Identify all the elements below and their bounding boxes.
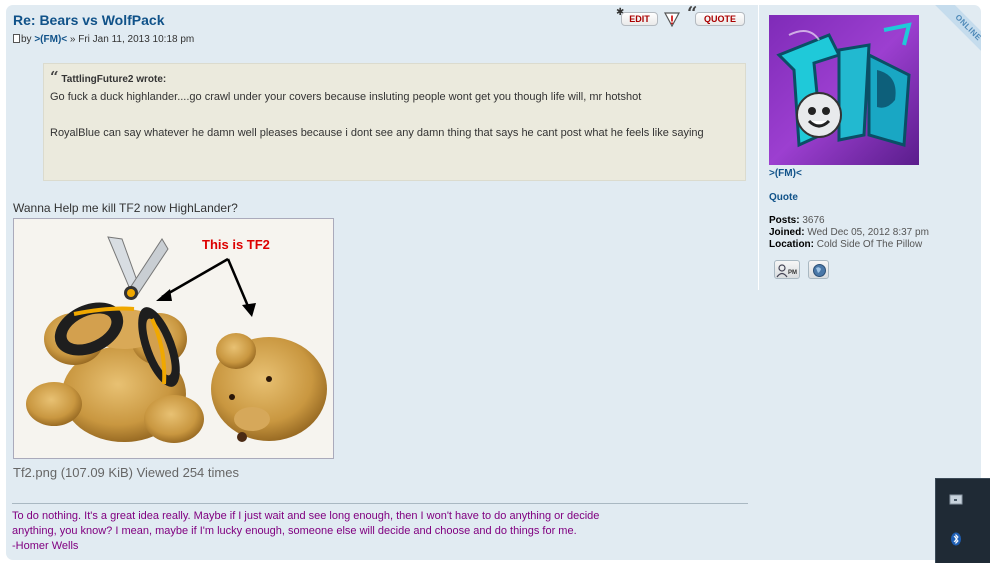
stat-location: Location: Cold Side Of The Pillow [769, 239, 929, 251]
post-date: » Fri Jan 11, 2013 10:18 pm [69, 34, 195, 45]
attachment-caption: Tf2.png (107.09 KiB) Viewed 254 times [13, 465, 239, 480]
stat-label: Joined: [769, 227, 805, 238]
quote-mark-icon: “ [50, 68, 59, 86]
post-container: Re: Bears vs WolfPack by >(FM)< » Fri Ja… [6, 3, 981, 560]
document-icon[interactable] [13, 34, 20, 43]
monitor-icon[interactable] [949, 493, 963, 507]
stat-value[interactable]: 3676 [802, 215, 824, 226]
avatar [769, 15, 919, 165]
graffiti-avatar-image [769, 15, 919, 165]
author-link[interactable]: >(FM)< [34, 34, 67, 45]
byline-prefix: by [21, 34, 32, 45]
online-status-ribbon: ONLINE [923, 5, 981, 63]
edit-button[interactable]: EDIT [621, 12, 658, 26]
post-byline: by >(FM)< » Fri Jan 11, 2013 10:18 pm [13, 34, 194, 45]
post-body: Re: Bears vs WolfPack by >(FM)< » Fri Ja… [12, 3, 748, 560]
pm-icon: PM [776, 264, 797, 278]
post-text: Wanna Help me kill TF2 now HighLander? [13, 201, 238, 215]
quote-paragraph: RoyalBlue can say whatever he damn well … [50, 127, 704, 139]
online-status: ONLINE [934, 5, 981, 62]
bluetooth-icon[interactable] [949, 532, 963, 546]
quote-cite: “ TattlingFuture2 wrote: [50, 70, 739, 87]
profile-stats: Posts: 3676 Joined: Wed Dec 05, 2012 8:3… [769, 215, 929, 251]
pm-label: PM [788, 270, 797, 276]
stat-value: Wed Dec 05, 2012 8:37 pm [807, 227, 929, 238]
signature-line: anything, you know? I mean, maybe if I'm… [12, 525, 577, 537]
teddy-bear-image: This is TF2 [14, 219, 333, 458]
stat-value: Cold Side Of The Pillow [816, 239, 923, 250]
post-profile: >(FM)< Quote Posts: 3676 Joined: Wed Dec… [758, 5, 981, 290]
taskbar-tray [935, 478, 990, 563]
post-title[interactable]: Re: Bears vs WolfPack [13, 12, 164, 28]
stat-label: Location: [769, 239, 814, 250]
warning-icon[interactable] [664, 12, 680, 27]
stat-joined: Joined: Wed Dec 05, 2012 8:37 pm [769, 227, 929, 239]
profile-username[interactable]: >(FM)< [769, 168, 802, 179]
pm-button[interactable]: PM [774, 260, 800, 279]
quote-button[interactable]: QUOTE [695, 12, 745, 26]
signature-line: To do nothing. It's a great idea really.… [12, 510, 600, 522]
attachment-image[interactable]: This is TF2 [13, 218, 334, 459]
signature: To do nothing. It's a great idea really.… [12, 503, 748, 554]
stat-posts: Posts: 3676 [769, 215, 929, 227]
quote-paragraph: Go fuck a duck highlander....go crawl un… [50, 91, 642, 103]
stat-label: Posts: [769, 215, 800, 226]
quote-block: “ TattlingFuture2 wrote: Go fuck a duck … [43, 63, 746, 181]
image-label: This is TF2 [202, 237, 270, 252]
website-button[interactable] [808, 260, 829, 279]
website-icon [813, 264, 826, 277]
signature-line: -Homer Wells [12, 540, 79, 552]
quote-author: TattlingFuture2 wrote: [61, 74, 167, 85]
profile-quote-link[interactable]: Quote [769, 192, 798, 203]
